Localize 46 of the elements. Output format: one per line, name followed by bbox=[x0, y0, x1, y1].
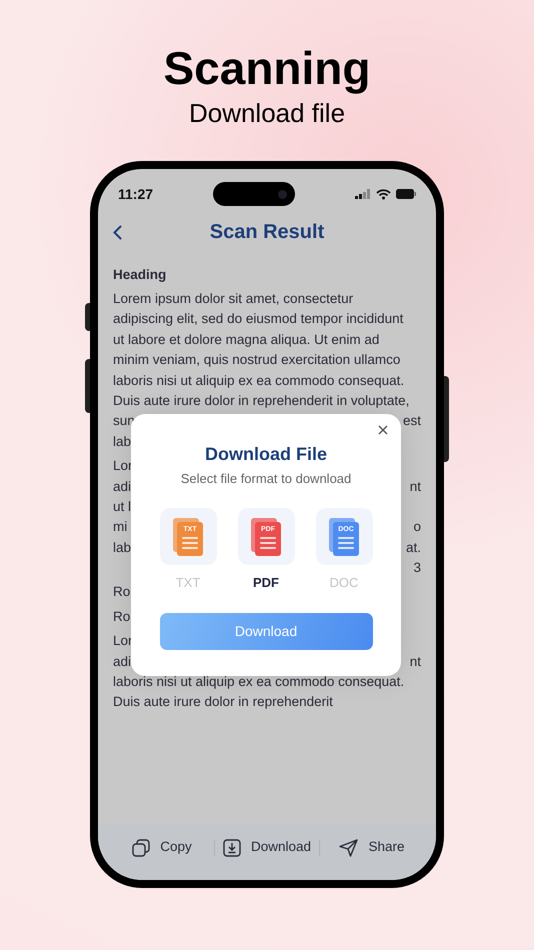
text-line: adi bbox=[113, 652, 132, 671]
page-subtitle: Download file bbox=[188, 97, 346, 129]
text-line: adi bbox=[113, 478, 132, 496]
text-line: lab bbox=[113, 432, 132, 451]
text-line: ut labore et dolore magna aliqua. Ut enim ad bbox=[113, 330, 380, 349]
text-line: nt bbox=[410, 478, 421, 496]
text-line: est bbox=[402, 412, 421, 430]
status-time: 11:27 bbox=[118, 184, 154, 204]
text-line: Ro bbox=[113, 608, 130, 626]
text-line: nt bbox=[410, 652, 421, 671]
download-button[interactable]: Download bbox=[222, 837, 312, 858]
signal-icon bbox=[354, 189, 371, 199]
text-line: o bbox=[413, 518, 421, 536]
text-line: at. bbox=[406, 538, 421, 557]
text-line: laboris nisi ut aliquip ex ea commodo consequat. bbox=[113, 673, 404, 692]
text-line: lab bbox=[113, 538, 132, 557]
text-line: mi bbox=[113, 518, 128, 536]
dialog-title: Download File bbox=[204, 443, 327, 466]
page-title: Scanning bbox=[163, 41, 371, 96]
format-label: DOC bbox=[330, 575, 358, 591]
download-button[interactable]: Download bbox=[160, 613, 372, 650]
copy-icon bbox=[132, 838, 150, 856]
text-line: Duis aute irure dolor in reprehenderit in voluptate, bbox=[113, 392, 410, 410]
back-chevron-icon bbox=[112, 224, 122, 240]
text-line: Duis aute irure dolor in reprehenderit bbox=[113, 693, 333, 712]
text-line: Lorem ipsum dolor sit amet, consectetur bbox=[113, 290, 354, 308]
text-line: ut l bbox=[113, 498, 132, 516]
screen-title: Scan Result bbox=[210, 220, 324, 245]
send-icon bbox=[339, 838, 358, 856]
format-label: PDF bbox=[253, 575, 279, 591]
document-heading: Heading bbox=[113, 266, 168, 284]
share-button[interactable]: Share bbox=[339, 837, 405, 858]
battery-icon bbox=[396, 189, 416, 199]
format-label: TXT bbox=[176, 575, 200, 591]
text-line: minim veniam, quis nostrud exercitation ullamco bbox=[113, 351, 400, 370]
dialog-subtitle: Select file format to download bbox=[180, 470, 352, 488]
copy-button[interactable]: Copy bbox=[132, 837, 192, 858]
wifi-icon bbox=[376, 188, 391, 200]
text-line: laboris nisi ut aliquip ex ea commodo consequat. bbox=[113, 372, 404, 390]
text-line: Lor bbox=[113, 457, 133, 476]
download-icon bbox=[222, 838, 241, 856]
text-line: 3 bbox=[413, 559, 421, 578]
close-icon bbox=[378, 425, 388, 435]
text-line: Ro bbox=[113, 583, 130, 602]
text-line: Lor bbox=[113, 632, 133, 650]
text-line: adipiscing elit, sed do eiusmod tempor incididunt bbox=[113, 310, 404, 328]
